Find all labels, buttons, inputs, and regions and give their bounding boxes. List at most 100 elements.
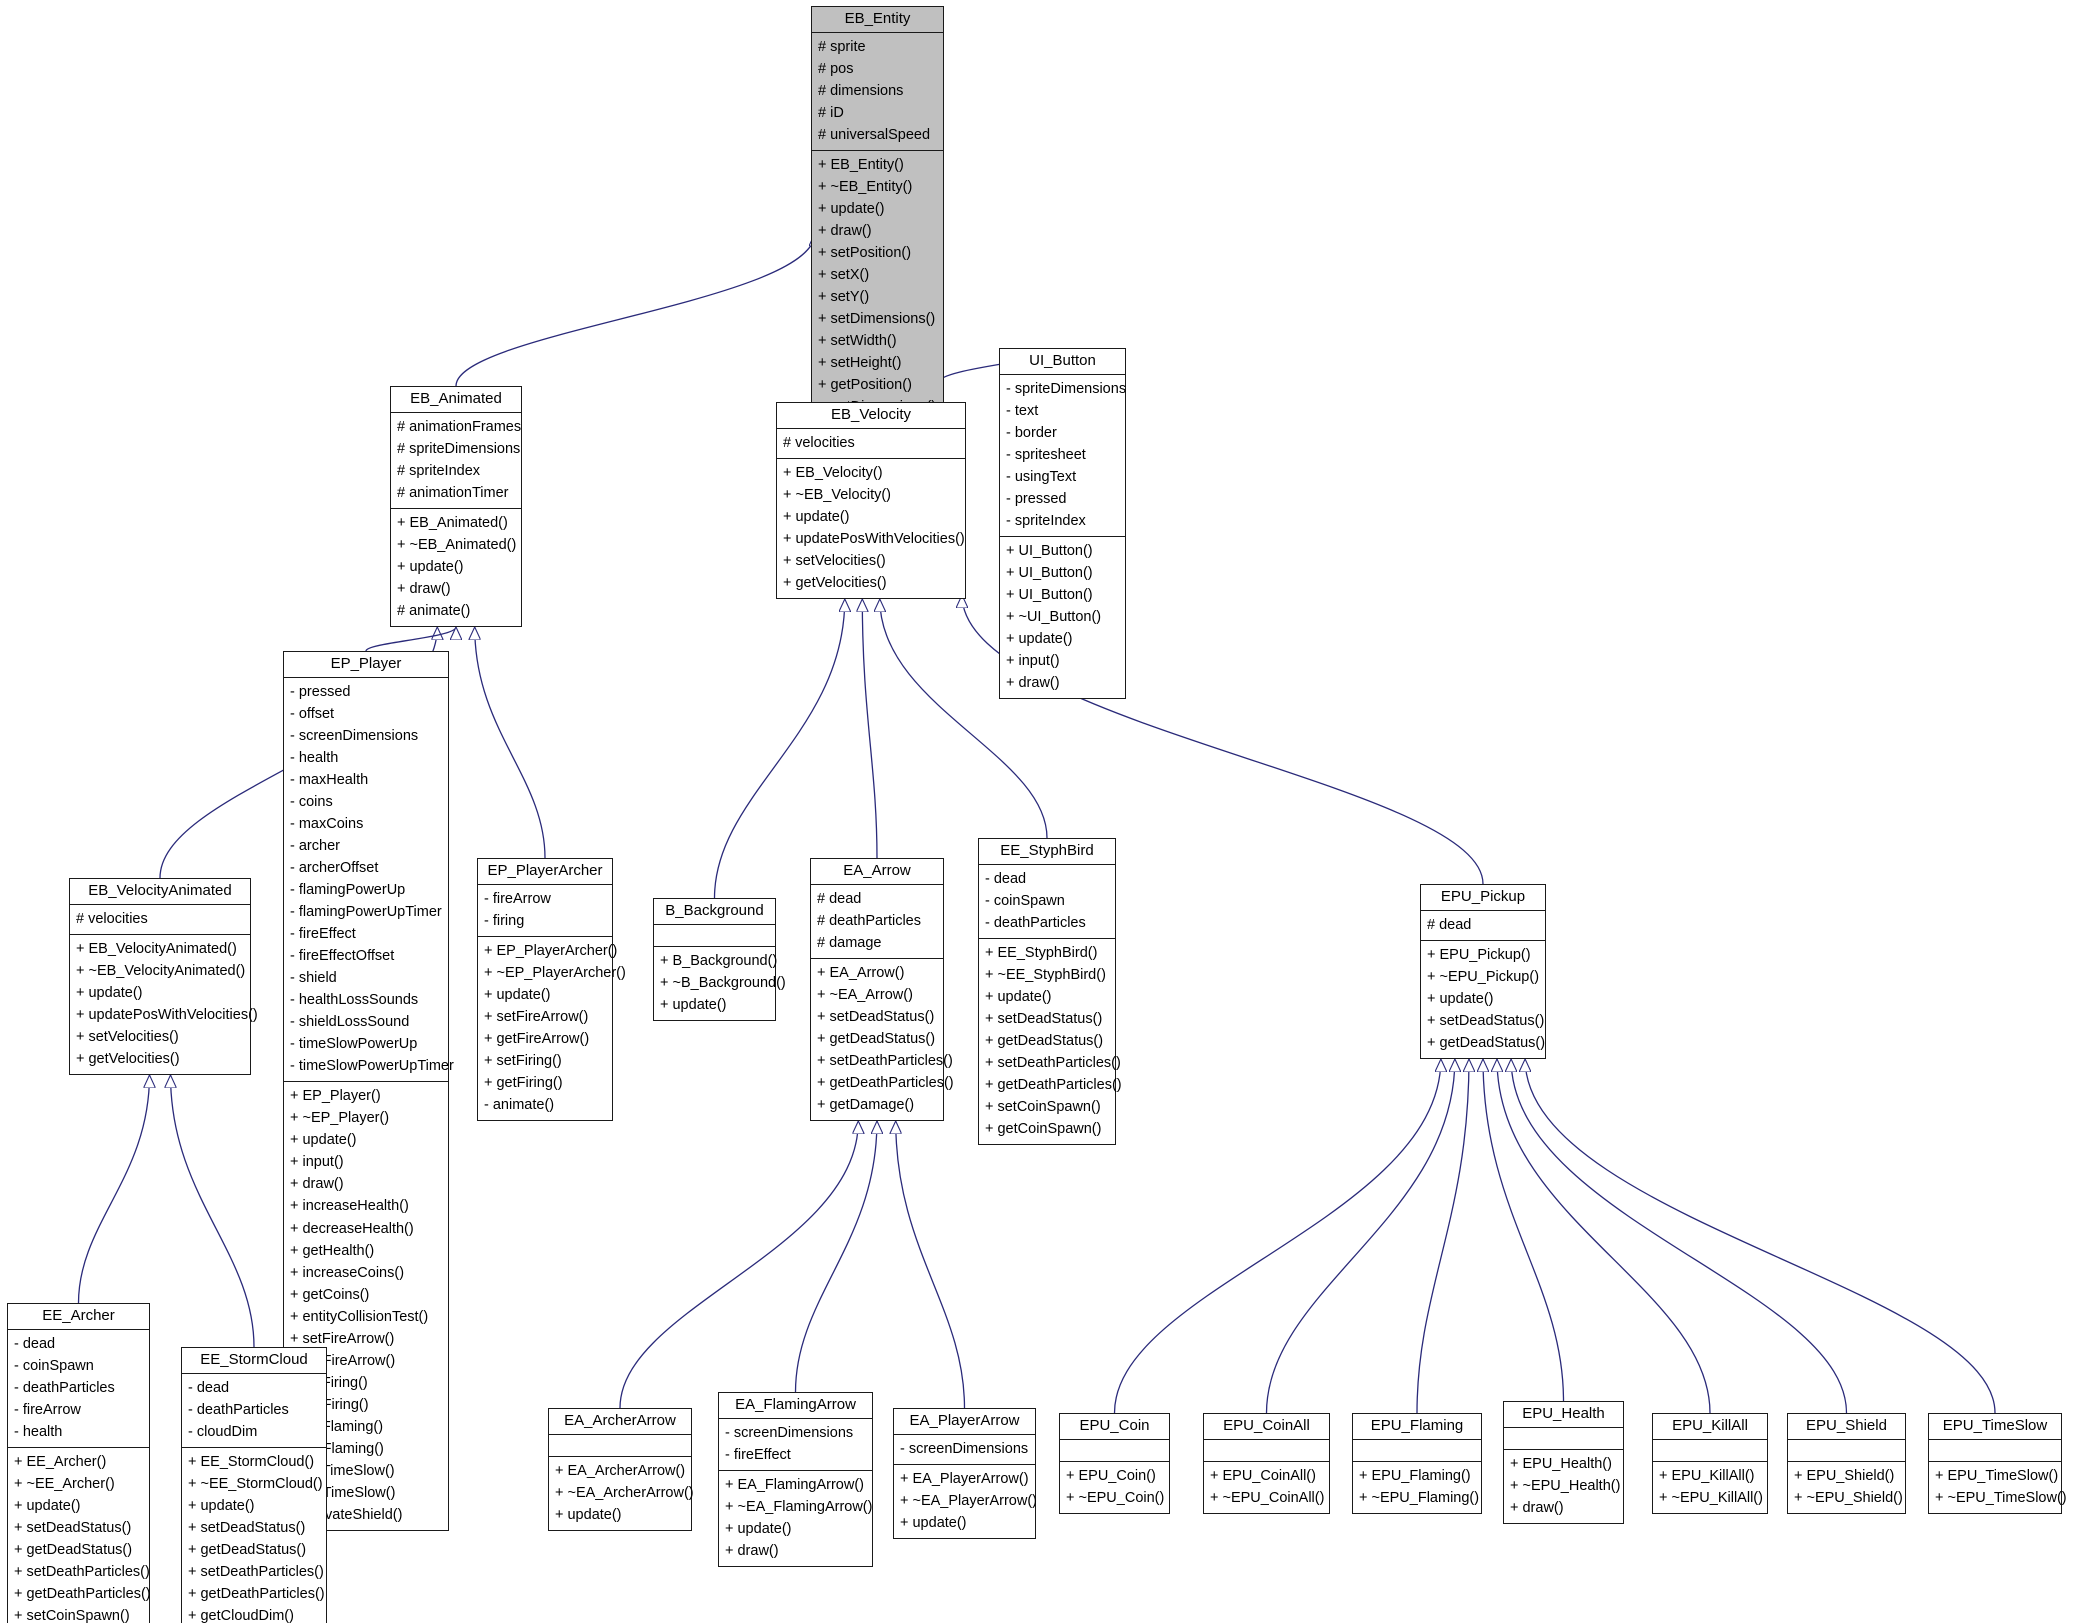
operation-row: + update() bbox=[555, 1506, 622, 1523]
operation-row: + draw() bbox=[818, 223, 872, 239]
attribute-row: - shieldLossSound bbox=[290, 1014, 410, 1031]
class-operations-epu_coin: + EPU_Coin() + ~EPU_Coin() bbox=[1060, 1462, 1169, 1513]
class-operations-epu_pickup: + EPU_Pickup() + ~EPU_Pickup() + update() +… bbox=[1421, 941, 1545, 1058]
operation-row: + EP_PlayerArcher() bbox=[484, 942, 618, 959]
class-attributes-eb_entity: # sprite # pos # dimensions # iD # universal… bbox=[812, 33, 943, 151]
attribute-row: - pressed bbox=[1006, 490, 1067, 507]
attribute-row: - archer bbox=[290, 837, 340, 854]
operation-row: + getDeathParticles() bbox=[817, 1075, 954, 1091]
attribute-row: - spritesheet bbox=[1006, 446, 1086, 463]
uml-class-ea_playerarrow[interactable]: EA_PlayerArrow - screenDimensions + EA_Pla… bbox=[893, 1408, 1037, 1539]
class-name-ea_flamingarrow: EA_FlamingArrow bbox=[719, 1393, 872, 1419]
uml-class-ee_styphbird[interactable]: EE_StyphBird - dead - coinSpawn - deathPart… bbox=[978, 838, 1122, 1146]
operation-row: + setCoinSpawn() bbox=[985, 1099, 1101, 1116]
operation-row: + getDeadStatus() bbox=[817, 1030, 936, 1047]
class-operations-epu_killall: + EPU_KillAll() + ~EPU_KillAll() bbox=[1653, 1462, 1767, 1513]
class-name-epu_coin: EPU_Coin bbox=[1060, 1414, 1169, 1440]
operation-row: + getHealth() bbox=[290, 1242, 375, 1259]
class-name-ee_archer: EE_Archer bbox=[8, 1304, 149, 1330]
class-attributes-epu_shield bbox=[1788, 1440, 1905, 1462]
inheritance-edge bbox=[619, 1121, 858, 1409]
operation-row: + update() bbox=[397, 558, 464, 575]
class-attributes-epu_coinall bbox=[1204, 1440, 1329, 1462]
attribute-row: # deathParticles bbox=[817, 912, 921, 929]
uml-class-eb_velocity[interactable]: EB_Velocity # velocities + EB_Velocity() + … bbox=[776, 402, 966, 599]
operation-row: + ~EPU_Flaming() bbox=[1359, 1489, 1480, 1506]
class-attributes-eb_velocity: # velocities bbox=[777, 429, 965, 459]
operation-row: + EE_Archer() bbox=[14, 1453, 107, 1470]
operation-row: + getDeadStatus() bbox=[14, 1542, 133, 1559]
operation-row: + ~EPU_Health() bbox=[1510, 1477, 1621, 1494]
uml-class-ee_archer[interactable]: EE_Archer - dead - coinSpawn - deathParticl… bbox=[7, 1303, 151, 1623]
attribute-row: - fireEffect bbox=[290, 926, 356, 943]
uml-class-b_background[interactable]: B_Background + B_Background() + ~B_Backgro… bbox=[653, 898, 786, 1021]
class-name-epu_health: EPU_Health bbox=[1504, 1402, 1623, 1428]
class-operations-epu_health: + EPU_Health() + ~EPU_Health() + draw() bbox=[1504, 1450, 1623, 1523]
operation-row: + setDeadStatus() bbox=[14, 1520, 132, 1536]
uml-class-eb_animated[interactable]: EB_Animated # animationFrames # spriteDime… bbox=[390, 386, 522, 628]
operation-row: + EA_FlamingArrow() bbox=[725, 1476, 864, 1493]
class-attributes-ui_button: - spriteDimensions - text - border - sprite… bbox=[1000, 375, 1126, 537]
uml-class-ep_playerarcher[interactable]: EP_PlayerArcher - fireArrow - firing + EP_P… bbox=[477, 858, 626, 1122]
inheritance-edge bbox=[1525, 1059, 1996, 1414]
class-operations-ee_stormcloud: + EE_StormCloud() + ~EE_StormCloud() + upd… bbox=[182, 1448, 326, 1623]
attribute-row: - flamingPowerUp bbox=[290, 882, 406, 899]
operation-row: + setY() bbox=[818, 289, 870, 306]
operation-row: + ~EA_Arrow() bbox=[817, 986, 913, 1003]
uml-class-epu_shield[interactable]: EPU_Shield + EPU_Shield() + ~EPU_Shield() bbox=[1787, 1413, 1906, 1514]
uml-class-eb_velocityanimated[interactable]: EB_VelocityAnimated # velocities + EB_Velo… bbox=[69, 878, 258, 1075]
attribute-row: - coinSpawn bbox=[985, 892, 1065, 909]
uml-class-ea_flamingarrow[interactable]: EA_FlamingArrow - screenDimensions - fireE… bbox=[718, 1392, 873, 1567]
uml-class-epu_coin[interactable]: EPU_Coin + EPU_Coin() + ~EPU_Coin() bbox=[1059, 1413, 1170, 1514]
operation-row: + getDeadStatus() bbox=[188, 1541, 307, 1558]
uml-class-epu_health[interactable]: EPU_Health + EPU_Health() + ~EPU_Health() +… bbox=[1503, 1401, 1624, 1524]
class-name-eb_velocityanimated: EB_VelocityAnimated bbox=[70, 879, 250, 905]
attribute-row: - deathParticles bbox=[14, 1379, 115, 1396]
uml-class-epu_pickup[interactable]: EPU_Pickup # dead + EPU_Pickup() + ~EPU_Pic… bbox=[1420, 884, 1546, 1059]
operation-row: + update() bbox=[985, 988, 1052, 1005]
operation-row: + update() bbox=[1006, 631, 1073, 648]
operation-row: + draw() bbox=[1006, 675, 1060, 692]
uml-class-epu_timeslow[interactable]: EPU_TimeSlow + EPU_TimeSlow() + ~EPU_TimeS… bbox=[1928, 1413, 2067, 1514]
operation-row: + setVelocities() bbox=[783, 552, 886, 569]
class-name-epu_pickup: EPU_Pickup bbox=[1421, 885, 1545, 911]
operation-row: + ~EB_Velocity() bbox=[783, 486, 891, 503]
class-operations-eb_velocityanimated: + EB_VelocityAnimated() + ~EB_VelocityAni… bbox=[70, 935, 258, 1074]
class-operations-epu_coinall: + EPU_CoinAll() + ~EPU_CoinAll() bbox=[1204, 1462, 1329, 1513]
operation-row: + update() bbox=[783, 508, 850, 525]
attribute-row: - maxHealth bbox=[290, 771, 369, 788]
operation-row: + update() bbox=[188, 1497, 255, 1514]
operation-row: + updatePosWithVelocities() bbox=[783, 530, 965, 547]
uml-class-ea_arrow[interactable]: EA_Arrow # dead # deathParticles # damage + … bbox=[810, 858, 954, 1122]
uml-class-ui_button[interactable]: UI_Button - spriteDimensions - text - borde… bbox=[999, 348, 1126, 700]
uml-class-epu_killall[interactable]: EPU_KillAll + EPU_KillAll() + ~EPU_KillAll… bbox=[1652, 1413, 1768, 1514]
operation-row: + EPU_Flaming() bbox=[1359, 1467, 1471, 1484]
operation-row: + getCoins() bbox=[290, 1286, 370, 1303]
operation-row: + getFireArrow() bbox=[484, 1030, 590, 1047]
attribute-row: - deathParticles bbox=[985, 914, 1086, 931]
class-name-eb_animated: EB_Animated bbox=[391, 387, 521, 413]
attribute-row: - coins bbox=[290, 793, 333, 810]
uml-class-ee_stormcloud[interactable]: EE_StormCloud - dead - deathParticles - clo… bbox=[181, 1347, 327, 1623]
class-name-epu_flaming: EPU_Flaming bbox=[1353, 1414, 1481, 1440]
attribute-row: - pressed bbox=[290, 683, 351, 700]
attribute-row: - deathParticles bbox=[188, 1401, 289, 1418]
attribute-row: - screenDimensions bbox=[290, 727, 419, 744]
uml-class-ea_archerarrow[interactable]: EA_ArcherArrow + EA_ArcherArrow() + ~EA_Ar… bbox=[548, 1408, 694, 1531]
class-attributes-ee_archer: - dead - coinSpawn - deathParticles - fireA… bbox=[8, 1330, 149, 1448]
attribute-row: # damage bbox=[817, 934, 882, 951]
operation-row: + ~EE_StormCloud() bbox=[188, 1475, 323, 1492]
uml-class-epu_coinall[interactable]: EPU_CoinAll + EPU_CoinAll() + ~EPU_CoinAll… bbox=[1203, 1413, 1330, 1514]
operation-row: + getCoinSpawn() bbox=[985, 1121, 1102, 1138]
operation-row: + getDeadStatus() bbox=[1427, 1034, 1546, 1051]
attribute-row: - dead bbox=[985, 870, 1027, 887]
operation-row: + input() bbox=[290, 1154, 344, 1171]
uml-class-eb_entity[interactable]: EB_Entity # sprite # pos # dimensions # iD # … bbox=[811, 6, 944, 424]
class-name-ea_archerarrow: EA_ArcherArrow bbox=[549, 1409, 691, 1435]
class-attributes-ee_stormcloud: - dead - deathParticles - cloudDim bbox=[182, 1374, 326, 1448]
uml-class-epu_flaming[interactable]: EPU_Flaming + EPU_Flaming() + ~EPU_Flaming… bbox=[1352, 1413, 1482, 1514]
class-name-ee_styphbird: EE_StyphBird bbox=[979, 839, 1115, 865]
operation-row: + ~EPU_Coin() bbox=[1066, 1489, 1165, 1506]
class-name-eb_entity: EB_Entity bbox=[812, 7, 943, 33]
class-name-eb_velocity: EB_Velocity bbox=[777, 403, 965, 429]
